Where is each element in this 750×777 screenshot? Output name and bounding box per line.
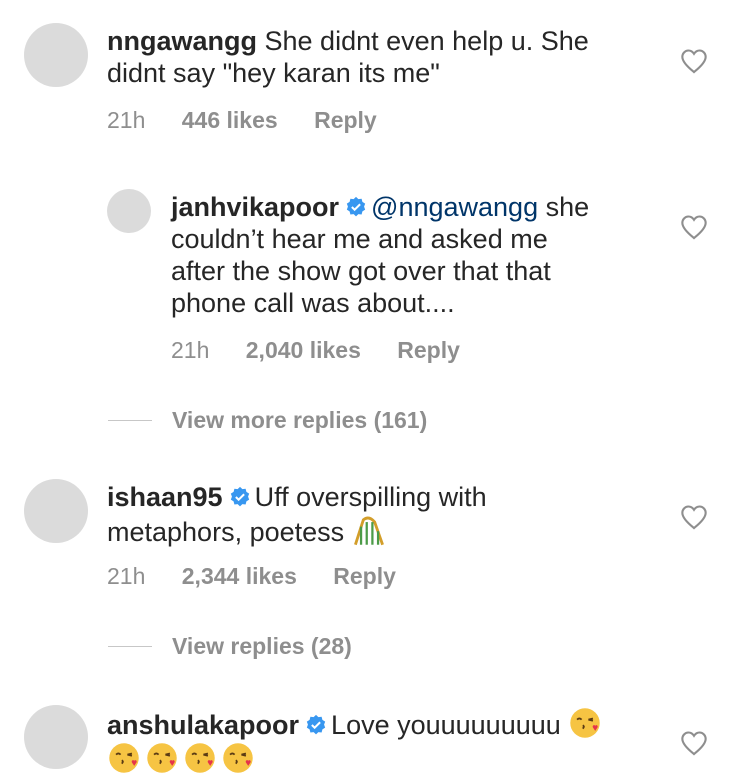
comment-text: ishaan95 Uff overspilling with metaphors,…	[107, 481, 667, 548]
comment-text: janhvikapoor @nngawangg she couldn’t hear…	[171, 191, 671, 319]
likes-count[interactable]: 446 likes	[182, 107, 278, 133]
comment-text: anshulakapoor Love youuuuuuuuu	[107, 706, 667, 776]
face-blowing-a-kiss-icon	[223, 743, 253, 773]
divider	[108, 420, 152, 421]
heart-outline-icon[interactable]	[680, 48, 708, 74]
username[interactable]: nngawangg	[107, 26, 257, 56]
comment-meta: 21h 446 likes Reply	[107, 107, 407, 134]
comment-body-line1: she	[545, 192, 590, 222]
reply-button[interactable]: Reply	[397, 337, 460, 363]
view-replies-label: View replies (28)	[172, 633, 352, 659]
username[interactable]: janhvikapoor	[171, 192, 339, 222]
username[interactable]: ishaan95	[107, 482, 223, 512]
verified-badge-icon	[346, 196, 366, 217]
comment-body-line3: after the show got over that that	[171, 256, 551, 286]
comment-meta: 21h 2,040 likes Reply	[171, 337, 490, 364]
comment-text: nngawangg She didnt even help u. She did…	[107, 25, 667, 89]
verified-badge-icon	[230, 486, 249, 507]
heart-outline-icon[interactable]	[680, 214, 708, 240]
face-blowing-a-kiss-icon	[185, 743, 215, 773]
comment-body-line1: She didnt even help u. She	[264, 26, 589, 56]
face-blowing-a-kiss-icon	[570, 708, 601, 738]
timestamp: 21h	[107, 563, 146, 589]
heart-outline-icon[interactable]	[680, 504, 708, 530]
avatar[interactable]	[24, 479, 88, 543]
avatar[interactable]	[24, 705, 88, 769]
view-replies-button[interactable]: View replies (28)	[108, 633, 352, 660]
reply-button[interactable]: Reply	[314, 107, 377, 133]
view-replies-label: View more replies (161)	[172, 407, 428, 433]
face-blowing-a-kiss-icon	[109, 743, 139, 773]
comment-body-line2: metaphors, poetess	[107, 517, 345, 547]
comment-body-line1: Love youuuuuuuuu	[331, 710, 561, 740]
face-blowing-a-kiss-icon	[147, 743, 177, 773]
view-more-replies-button[interactable]: View more replies (161)	[108, 407, 427, 434]
reply-button[interactable]: Reply	[333, 563, 396, 589]
comment-meta: 21h 2,344 likes Reply	[107, 563, 426, 590]
comment-body-line1: Uff overspilling with	[254, 482, 487, 512]
avatar[interactable]	[107, 189, 151, 233]
likes-count[interactable]: 2,344 likes	[182, 563, 297, 589]
comment-body-line2: couldn’t hear me and asked me	[171, 224, 548, 254]
comment-body-line4: phone call was about....	[171, 288, 455, 318]
divider	[108, 646, 152, 647]
mention-link[interactable]: @nngawangg	[371, 192, 538, 222]
roller-coaster-icon	[353, 516, 384, 546]
comment-body-line2: didnt say "hey karan its me"	[107, 58, 440, 88]
timestamp: 21h	[171, 337, 210, 363]
username[interactable]: anshulakapoor	[107, 710, 299, 740]
avatar[interactable]	[24, 23, 88, 87]
likes-count[interactable]: 2,040 likes	[246, 337, 361, 363]
heart-outline-icon[interactable]	[680, 730, 708, 756]
verified-badge-icon	[306, 714, 326, 735]
timestamp: 21h	[107, 107, 146, 133]
